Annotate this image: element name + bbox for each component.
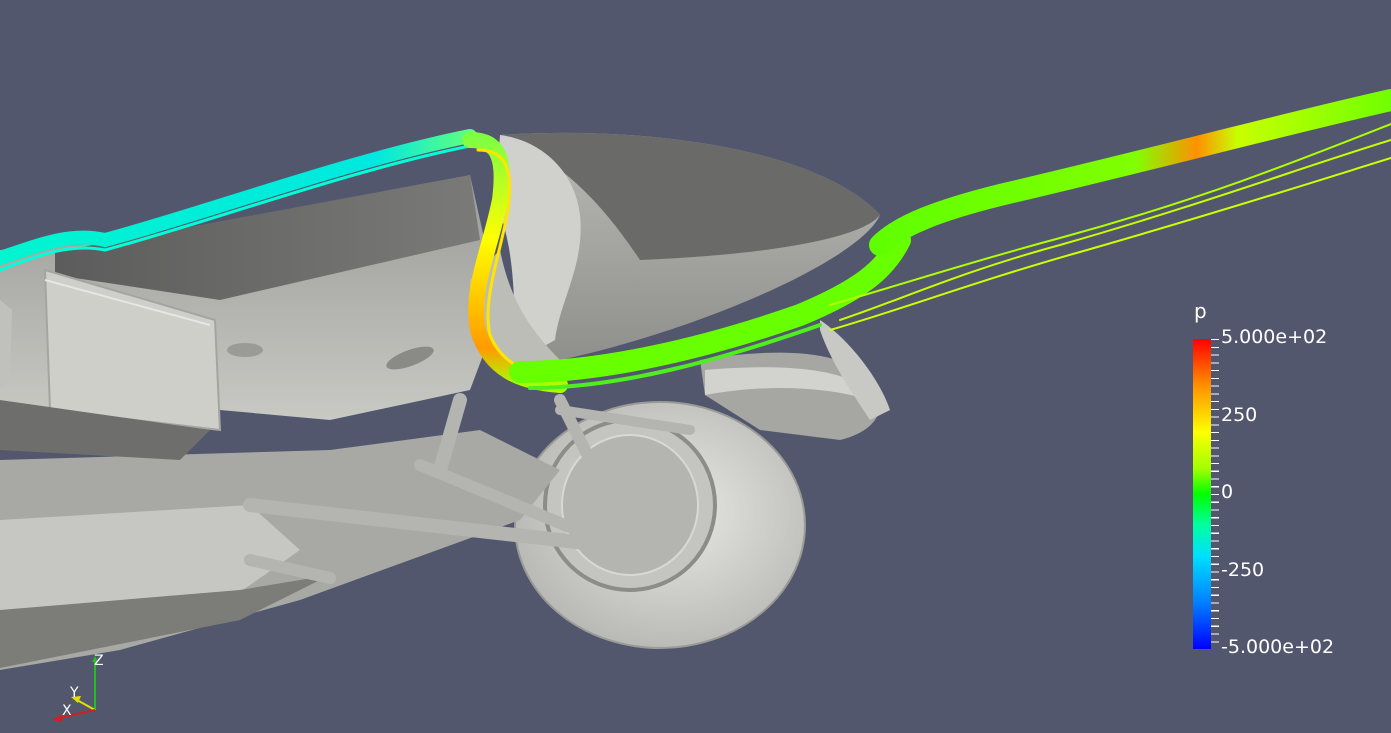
colorbar (1193, 339, 1211, 649)
engine-cover[interactable] (470, 132, 880, 375)
axis-z-label: Z (94, 653, 104, 669)
legend-label-0: 0 (1221, 481, 1234, 503)
scalar-bar-legend[interactable] (1193, 300, 1373, 660)
axis-y-label: Y (70, 685, 79, 701)
render-viewport[interactable] (0, 0, 1391, 733)
legend-label-neg250: -250 (1221, 559, 1265, 581)
legend-label-250: 250 (1221, 404, 1258, 426)
axis-x-label: X (62, 703, 72, 719)
car-floor[interactable] (0, 430, 560, 670)
legend-label-max: 5.000e+02 (1221, 326, 1328, 348)
legend-title: p (1194, 299, 1207, 323)
orientation-axes[interactable] (40, 648, 120, 728)
colorbar-ticks (1211, 339, 1219, 649)
legend-label-min: -5.000e+02 (1221, 636, 1335, 658)
sidepod[interactable] (0, 175, 500, 460)
